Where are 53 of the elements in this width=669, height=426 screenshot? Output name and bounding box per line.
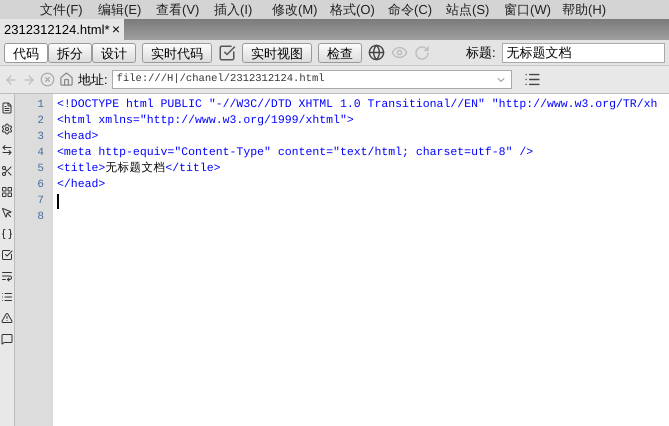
menu-item[interactable]: 编辑(E)	[98, 0, 156, 20]
grid-icon[interactable]	[1, 186, 13, 198]
code-line: <!DOCTYPE html PUBLIC "-//W3C//DTD XHTML 1.0 Transitional//EN" "http://www.w3.org/TR/xh	[57, 97, 658, 113]
home-icon[interactable]	[59, 72, 74, 87]
inspect-button[interactable]: 检查	[318, 42, 362, 62]
line-number: 1	[36, 98, 44, 113]
menu-item[interactable]: 插入(I)	[214, 0, 272, 20]
code-line: <meta http-equiv="Content-Type" content="text/html; charset=utf-8" />	[57, 145, 534, 161]
braces-icon[interactable]	[1, 228, 13, 240]
pointer-icon[interactable]	[1, 207, 13, 219]
menu-item[interactable]: 窗口(W)	[504, 0, 562, 20]
line-number: 2	[36, 114, 44, 129]
close-button[interactable]: ×	[112, 19, 120, 40]
arrows-icon[interactable]	[1, 144, 13, 156]
file-icon[interactable]	[1, 102, 13, 114]
menu-item[interactable]: 帮助(H)	[562, 0, 620, 20]
view-button[interactable]: 拆分	[48, 42, 92, 62]
checkbox-icon[interactable]	[1, 249, 13, 261]
warning-icon[interactable]	[1, 312, 13, 324]
options-icon[interactable]	[524, 71, 541, 88]
live-code-button[interactable]: 实时代码	[142, 42, 212, 62]
comment-icon[interactable]	[1, 333, 13, 345]
title-label: 标题:	[466, 44, 496, 62]
address-label: 地址:	[78, 70, 108, 89]
address-field[interactable]: file:///H|/chanel/2312312124.html	[112, 70, 512, 89]
view-button[interactable]: 设计	[92, 42, 136, 62]
checklist-icon[interactable]	[218, 44, 236, 62]
document-tab[interactable]: 2312312124.html* ×	[0, 19, 124, 40]
line-number: 7	[36, 194, 44, 209]
line-number: 6	[36, 178, 44, 193]
wrap-icon[interactable]	[1, 270, 13, 282]
line-number: 3	[36, 130, 44, 145]
globe-icon[interactable]	[368, 44, 385, 61]
line-number: 4	[36, 146, 44, 161]
menu-item[interactable]: 修改(M)	[272, 0, 330, 20]
code-line: </head>	[57, 177, 106, 193]
menu-item[interactable]: 文件(F)	[40, 0, 98, 20]
gear-icon[interactable]	[1, 123, 13, 135]
menu-item[interactable]: 格式(O)	[330, 0, 388, 20]
line-number: 8	[36, 210, 44, 225]
code-line: <html xmlns="http://www.w3.org/1999/xhtml">	[57, 113, 355, 129]
menu-item[interactable]: 命令(C)	[388, 0, 446, 20]
view-button[interactable]: 代码	[4, 42, 48, 62]
code-line: <title>无标题文档</title>	[57, 161, 222, 177]
title-field[interactable]: 无标题文档	[502, 42, 665, 62]
menu-item[interactable]: 查看(V)	[156, 0, 214, 20]
line-number: 5	[36, 162, 44, 177]
scissors-icon[interactable]	[1, 165, 13, 177]
code-line: <head>	[57, 129, 100, 145]
menu-item[interactable]: 站点(S)	[446, 0, 504, 20]
address-value: file:///H|/chanel/2312312124.html	[116, 72, 325, 87]
live-view-button[interactable]: 实时视图	[242, 42, 312, 62]
tab-label: 2312312124.html*	[4, 20, 110, 39]
